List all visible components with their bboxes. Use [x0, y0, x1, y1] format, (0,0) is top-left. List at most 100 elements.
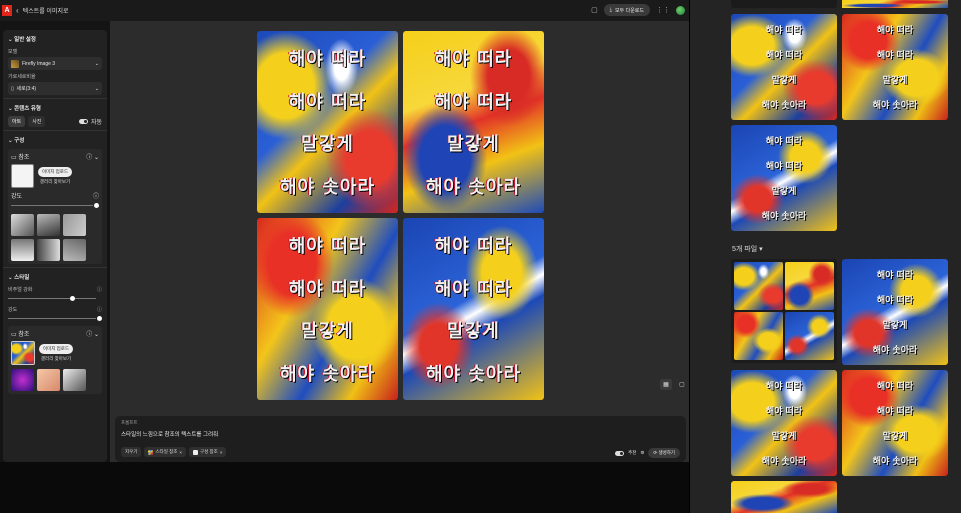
history-text-line: 해야 떠라 — [876, 26, 914, 36]
info-icon[interactable]: ⓘ ⌄ — [86, 152, 99, 161]
generated-image-2[interactable]: 해야 떠라 해야 떠라 말갛게 해야 솟아라 — [403, 31, 544, 213]
info-icon[interactable]: ⓘ — [93, 191, 99, 200]
style-gallery-button[interactable]: 갤러리 찾아보기 — [39, 356, 73, 362]
content-type-art[interactable]: 아트 — [8, 116, 26, 127]
history-text-line: 해야 솟아라 — [761, 457, 807, 467]
history-text-line: 해야 떠라 — [765, 407, 803, 417]
image-text-line: 해야 떠라 — [434, 49, 513, 71]
grid-view-icon[interactable]: ▦ — [660, 379, 672, 390]
style-presets — [11, 369, 99, 391]
composition-preset[interactable] — [37, 239, 60, 261]
canvas-area — [110, 21, 689, 462]
history-collage[interactable] — [731, 259, 837, 363]
history-thumb[interactable]: 해야 떠라 해야 떠라 말갛게 해야 솟아라 — [842, 14, 948, 120]
composition-header[interactable]: ⌄ 구성 — [8, 134, 102, 146]
general-settings-header[interactable]: ⌄ 일반 설정 — [8, 33, 102, 45]
prompt-input[interactable]: 스타일의 느낌으로 참조의 텍스트를 그려줘 — [121, 430, 680, 438]
style-strength-label: 강도 — [8, 307, 18, 313]
prompt-label: 프롬프트 — [121, 420, 138, 425]
history-text-line: 해야 떠라 — [765, 26, 803, 36]
close-icon[interactable]: × — [179, 450, 182, 455]
composition-preset[interactable] — [37, 214, 60, 236]
visual-intensity-slider[interactable] — [8, 295, 102, 303]
composition-upload-button[interactable]: 이미지 업로드 — [38, 167, 73, 177]
avatar[interactable] — [676, 5, 685, 15]
history-text-line: 해야 솟아라 — [872, 346, 918, 356]
chevron-down-icon: ⌄ — [8, 37, 13, 43]
history-thumb[interactable]: 해야 떠라 해야 떠라 말갛게 해야 솟아라 — [731, 370, 837, 476]
composition-strength-slider[interactable] — [11, 202, 99, 210]
style-reference-label: 참조 — [18, 332, 30, 338]
apps-grid-icon[interactable]: ⋮⋮ — [656, 6, 670, 14]
history-thumb-cut[interactable] — [842, 0, 948, 8]
composition-reference-chip[interactable]: 구성 참조 × — [189, 447, 227, 457]
composition-gallery-button[interactable]: 갤러리 찾아보기 — [38, 179, 72, 185]
style-upload-button[interactable]: 이미지 업로드 — [39, 344, 74, 354]
content-type-header[interactable]: ⌄ 콘텐츠 유형 — [8, 102, 102, 114]
collage-cell — [785, 312, 834, 360]
bottom-strip — [0, 462, 689, 513]
close-icon[interactable]: × — [220, 450, 223, 455]
chevron-down-icon: ⌄ — [94, 60, 99, 67]
style-reference-thumb[interactable] — [11, 341, 35, 365]
style-preset[interactable] — [11, 369, 34, 391]
generated-image-4[interactable]: 해야 떠라 해야 떠라 말갛게 해야 솟아라 — [403, 218, 544, 400]
composition-preset[interactable] — [63, 239, 86, 261]
reference-icon: ▭ — [11, 332, 17, 338]
top-bar: A ‹ 텍스트를 이미지로 ▢ ⤓ 모두 다운로드 ⋮⋮ — [0, 0, 689, 21]
auto-toggle[interactable] — [78, 119, 88, 124]
settings-icon[interactable]: ⚙ — [640, 450, 644, 456]
suggest-toggle[interactable] — [615, 450, 625, 456]
composition-preset[interactable] — [63, 214, 86, 236]
style-preset[interactable] — [37, 369, 60, 391]
feedback-icon[interactable]: ▢ — [591, 6, 598, 14]
style-header[interactable]: ⌄ 스타일 — [8, 271, 102, 283]
model-select[interactable]: Firefly Image 3 ⌄ — [8, 57, 102, 70]
history-thumb[interactable] — [731, 481, 837, 513]
history-thumb[interactable]: 해야 떠라 해야 떠라 말갛게 해야 솟아라 — [731, 125, 837, 231]
history-thumb[interactable]: 해야 떠라 해야 떠라 말갛게 해야 솟아라 — [842, 370, 948, 476]
composition-reference-thumb[interactable] — [11, 164, 34, 188]
history-text-line: 말갛게 — [771, 432, 797, 442]
generated-image-3[interactable]: 해야 떠라 해야 떠라 말갛게 해야 솟아라 — [257, 218, 398, 400]
info-icon[interactable]: ⓘ ⌄ — [86, 329, 99, 338]
style-reference-chip[interactable]: 스타일 참조 × — [144, 447, 187, 457]
image-text-line: 해야 솟아라 — [425, 363, 522, 385]
history-text-line: 해야 떠라 — [876, 296, 914, 306]
download-all-button[interactable]: ⤓ 모두 다운로드 — [603, 4, 650, 16]
collage-cell — [785, 262, 834, 310]
info-icon[interactable]: ⓘ — [97, 286, 102, 293]
composition-preset[interactable] — [11, 214, 34, 236]
composition-section: ⌄ 구성 ▭ 참조 ⓘ ⌄ 이미지 업로드 갤러리 찾아보기 강도 ⓘ — [3, 131, 107, 268]
model-value: Firefly Image 3 — [22, 60, 56, 67]
aspect-value: 세로(3:4) — [16, 86, 37, 92]
image-text-line: 해야 떠라 — [288, 236, 367, 258]
generate-button[interactable]: ⟳ 생성하기 — [648, 448, 680, 458]
history-thumb-cut[interactable] — [731, 0, 837, 8]
style-strength-slider[interactable] — [8, 315, 102, 323]
download-icon: ⤓ — [609, 7, 612, 13]
history-text-line: 해야 솟아라 — [872, 457, 918, 467]
style-preset[interactable] — [63, 369, 86, 391]
history-thumb[interactable]: 해야 떠라 해야 떠라 말갛게 해야 솟아라 — [842, 259, 948, 365]
history-text-line: 말갛게 — [882, 321, 908, 331]
content-type-photo[interactable]: 사진 — [28, 116, 46, 127]
adobe-logo-icon[interactable]: A — [2, 5, 12, 16]
caret-down-icon: ▾ — [759, 246, 763, 253]
clear-button[interactable]: 지우기 — [121, 447, 142, 457]
content-type-title: 콘텐츠 유형 — [14, 106, 41, 112]
back-chevron-icon[interactable]: ‹ — [16, 6, 19, 15]
history-thumb[interactable]: 해야 떠라 해야 떠라 말갛게 해야 솟아라 — [731, 14, 837, 120]
files-count-header[interactable]: 5개 파일 ▾ — [732, 244, 763, 254]
single-view-icon[interactable]: ▢ — [676, 379, 688, 390]
info-icon[interactable]: ⓘ — [97, 306, 102, 313]
generated-image-1[interactable]: 해야 떠라 해야 떠라 말갛게 해야 솟아라 — [257, 31, 398, 213]
aspect-select[interactable]: ▯ 세로(3:4) ⌄ — [8, 82, 102, 95]
history-panel: 해야 떠라 해야 떠라 말갛게 해야 솟아라 해야 떠라 해야 떠라 말갛게 해… — [689, 0, 961, 513]
composition-reference-label: 참조 — [18, 155, 30, 161]
style-chip-thumb — [148, 449, 154, 455]
history-text-line: 해야 떠라 — [765, 137, 803, 147]
composition-chip-label: 구성 참조 — [200, 449, 218, 454]
composition-preset[interactable] — [11, 239, 34, 261]
model-thumb-icon — [11, 59, 19, 68]
